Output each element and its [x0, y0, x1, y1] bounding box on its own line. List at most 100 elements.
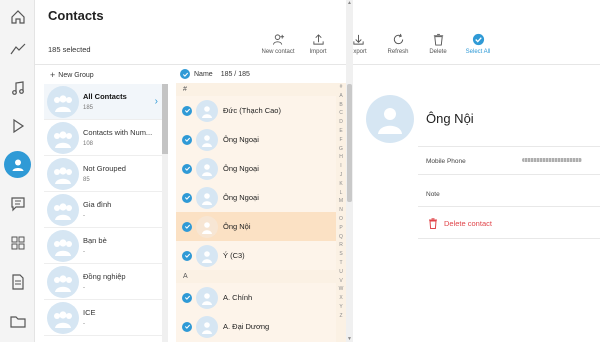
- select-all-button[interactable]: Select All: [458, 33, 498, 59]
- alphabet-index-letter[interactable]: J: [340, 171, 343, 180]
- alphabet-index-letter[interactable]: O: [339, 215, 343, 224]
- contact-name: A. Chính: [223, 293, 253, 302]
- folder-icon[interactable]: [4, 307, 31, 334]
- contact-row[interactable]: Ý (C3): [176, 241, 336, 270]
- select-all-checkbox[interactable]: [180, 69, 190, 79]
- alphabet-index-letter[interactable]: X: [339, 294, 342, 303]
- contact-row[interactable]: Ông Ngoại: [176, 154, 336, 183]
- group-count: 185: [83, 105, 94, 111]
- group-all-contacts[interactable]: All Contacts 185 ›: [44, 84, 162, 120]
- refresh-button[interactable]: Refresh: [378, 33, 418, 59]
- alphabet-index-letter[interactable]: N: [339, 206, 343, 215]
- contact-checkbox[interactable]: [182, 221, 192, 232]
- alphabet-index-letter[interactable]: M: [339, 197, 343, 206]
- contact-checkbox[interactable]: [182, 163, 192, 174]
- contact-row[interactable]: Ông Ngoại: [176, 125, 336, 154]
- alphabet-index-letter[interactable]: Z: [339, 312, 342, 321]
- alphabet-index-letter[interactable]: E: [339, 127, 342, 136]
- alphabet-index-letter[interactable]: Y: [339, 303, 342, 312]
- new-group-button[interactable]: + New Group: [50, 70, 94, 80]
- new-contact-button[interactable]: New contact: [258, 33, 298, 59]
- alphabet-index-letter[interactable]: B: [339, 101, 342, 110]
- avatar-icon: [196, 157, 218, 180]
- download-icon: [352, 34, 364, 45]
- group-avatar-icon: [47, 229, 79, 262]
- scroll-down-icon[interactable]: ▼: [346, 336, 353, 342]
- group-not-grouped[interactable]: Not Grouped 85: [44, 156, 162, 192]
- person-icon: [378, 108, 402, 134]
- alphabet-index-letter[interactable]: U: [339, 268, 343, 277]
- group-list-scrollbar[interactable]: [162, 84, 168, 342]
- alphabet-index-letter[interactable]: D: [339, 118, 343, 127]
- alphabet-index-letter[interactable]: G: [339, 145, 343, 154]
- alphabet-index-letter[interactable]: #: [340, 83, 343, 92]
- document-icon[interactable]: [4, 268, 31, 295]
- avatar-icon: [196, 99, 218, 122]
- home-icon[interactable]: [4, 3, 31, 30]
- alphabet-index-letter[interactable]: K: [339, 180, 342, 189]
- trash-icon: [433, 33, 443, 46]
- name-column-header[interactable]: Name: [194, 71, 213, 78]
- contact-name: A. Đại Dương: [223, 322, 270, 331]
- group-contacts-with-number[interactable]: Contacts with Num... 108: [44, 120, 162, 156]
- alphabet-index-letter[interactable]: I: [340, 162, 341, 171]
- message-icon[interactable]: [4, 190, 31, 217]
- alphabet-index-letter[interactable]: L: [340, 189, 343, 198]
- scroll-up-icon[interactable]: ▲: [346, 0, 353, 6]
- signal-icon[interactable]: [4, 35, 31, 62]
- contact-row-selected[interactable]: Ông Nội: [176, 212, 336, 241]
- contact-name: Ông Ngoại: [223, 135, 259, 144]
- contact-list-scrollbar[interactable]: ▲ ▼: [346, 0, 353, 342]
- new-group-label: New Group: [58, 71, 94, 79]
- contact-checkbox[interactable]: [182, 134, 192, 145]
- detail-divider: [418, 146, 600, 147]
- alphabet-index-letter[interactable]: R: [339, 241, 343, 250]
- mobile-phone-label: Mobile Phone: [426, 158, 466, 165]
- apps-icon[interactable]: [4, 229, 31, 256]
- scrollbar-thumb[interactable]: [162, 84, 168, 154]
- contact-checkbox[interactable]: [182, 321, 192, 332]
- play-icon[interactable]: [4, 112, 31, 139]
- alphabet-index-letter[interactable]: T: [339, 259, 342, 268]
- contact-row[interactable]: A. Chính: [176, 283, 336, 312]
- contacts-icon[interactable]: [4, 151, 31, 178]
- music-icon[interactable]: [4, 74, 31, 101]
- detail-divider: [418, 174, 600, 175]
- group-dong-nghiep[interactable]: Đồng nghiệp -: [44, 264, 162, 300]
- group-avatar-icon: [47, 157, 79, 190]
- import-button[interactable]: Import: [298, 33, 338, 59]
- section-header: A: [176, 270, 336, 283]
- delete-button[interactable]: Delete: [418, 33, 458, 59]
- plus-icon: +: [50, 70, 56, 80]
- group-gia-dinh[interactable]: Gia đình -: [44, 192, 162, 228]
- alphabet-index[interactable]: # A B C D E F G H I J K L M N O P Q R S T U V W X Y Z: [336, 83, 346, 342]
- group-ice[interactable]: ICE -: [44, 300, 162, 336]
- group-name: ICE: [83, 308, 96, 317]
- contact-checkbox[interactable]: [182, 105, 192, 116]
- contact-checkbox[interactable]: [182, 192, 192, 203]
- check-circle-icon: [472, 33, 484, 46]
- export-button[interactable]: Export: [338, 33, 378, 59]
- scrollbar-thumb[interactable]: [347, 84, 352, 202]
- group-name: Đồng nghiệp: [83, 272, 126, 281]
- delete-contact-button[interactable]: Delete contact: [428, 218, 492, 229]
- delete-contact-label: Delete contact: [444, 219, 492, 228]
- contact-row[interactable]: A. Đại Dương: [176, 312, 336, 341]
- alphabet-index-letter[interactable]: V: [339, 277, 342, 286]
- contact-checkbox[interactable]: [182, 292, 192, 303]
- group-ban-be[interactable]: Bạn bè -: [44, 228, 162, 264]
- alphabet-index-letter[interactable]: W: [339, 285, 344, 294]
- contact-row[interactable]: Ông Ngoại: [176, 183, 336, 212]
- contact-row[interactable]: Đức (Thạch Cao): [176, 96, 336, 125]
- contact-checkbox[interactable]: [182, 250, 192, 261]
- alphabet-index-letter[interactable]: S: [339, 250, 342, 259]
- avatar-icon: [196, 315, 218, 338]
- alphabet-index-letter[interactable]: Q: [339, 233, 343, 242]
- group-list: All Contacts 185 › Contacts with Num... 10…: [44, 84, 162, 342]
- alphabet-index-letter[interactable]: F: [339, 136, 342, 145]
- alphabet-index-letter[interactable]: A: [339, 92, 342, 101]
- alphabet-index-letter[interactable]: H: [339, 153, 343, 162]
- detail-divider: [418, 206, 600, 207]
- alphabet-index-letter[interactable]: C: [339, 109, 343, 118]
- alphabet-index-letter[interactable]: P: [339, 224, 342, 233]
